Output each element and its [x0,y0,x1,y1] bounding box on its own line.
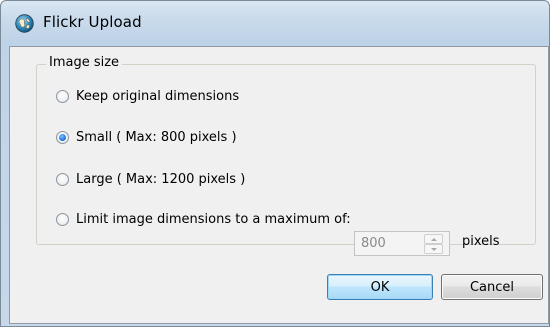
small-size-label: Small ( Max: 800 pixels ) [76,129,237,145]
window-title: Flickr Upload [43,13,142,31]
chevron-up-icon [430,237,437,241]
limit-dimensions-option[interactable]: Limit image dimensions to a maximum of: [56,209,351,229]
small-size-radio[interactable] [56,130,69,144]
keep-original-radio[interactable] [56,89,69,103]
globe-icon [15,14,34,33]
dialog-body: Image size Keep original dimensions Smal… [9,46,549,324]
ok-button[interactable]: OK [327,274,433,300]
flickr-upload-dialog: Flickr Upload Image size Keep original d… [0,0,550,327]
small-size-option[interactable]: Small ( Max: 800 pixels ) [56,127,237,147]
chevron-down-icon [430,247,437,251]
large-size-radio[interactable] [56,172,69,186]
title-bar[interactable]: Flickr Upload [1,1,549,45]
stepper-up-button[interactable] [424,234,443,244]
stepper-down-button[interactable] [424,244,443,254]
large-size-label: Large ( Max: 1200 pixels ) [76,171,246,187]
limit-dimensions-label: Limit image dimensions to a maximum of: [76,211,351,227]
keep-original-dimensions-option[interactable]: Keep original dimensions [56,86,239,106]
keep-original-label: Keep original dimensions [76,88,240,104]
limit-dimensions-radio[interactable] [56,212,69,226]
max-dimension-input[interactable] [355,232,421,255]
image-size-group: Image size Keep original dimensions Smal… [36,55,536,245]
image-size-group-label: Image size [46,55,123,70]
cancel-button[interactable]: Cancel [441,274,543,300]
units-label: pixels [462,234,500,249]
large-size-option[interactable]: Large ( Max: 1200 pixels ) [56,169,245,189]
max-dimension-stepper[interactable] [354,231,450,256]
